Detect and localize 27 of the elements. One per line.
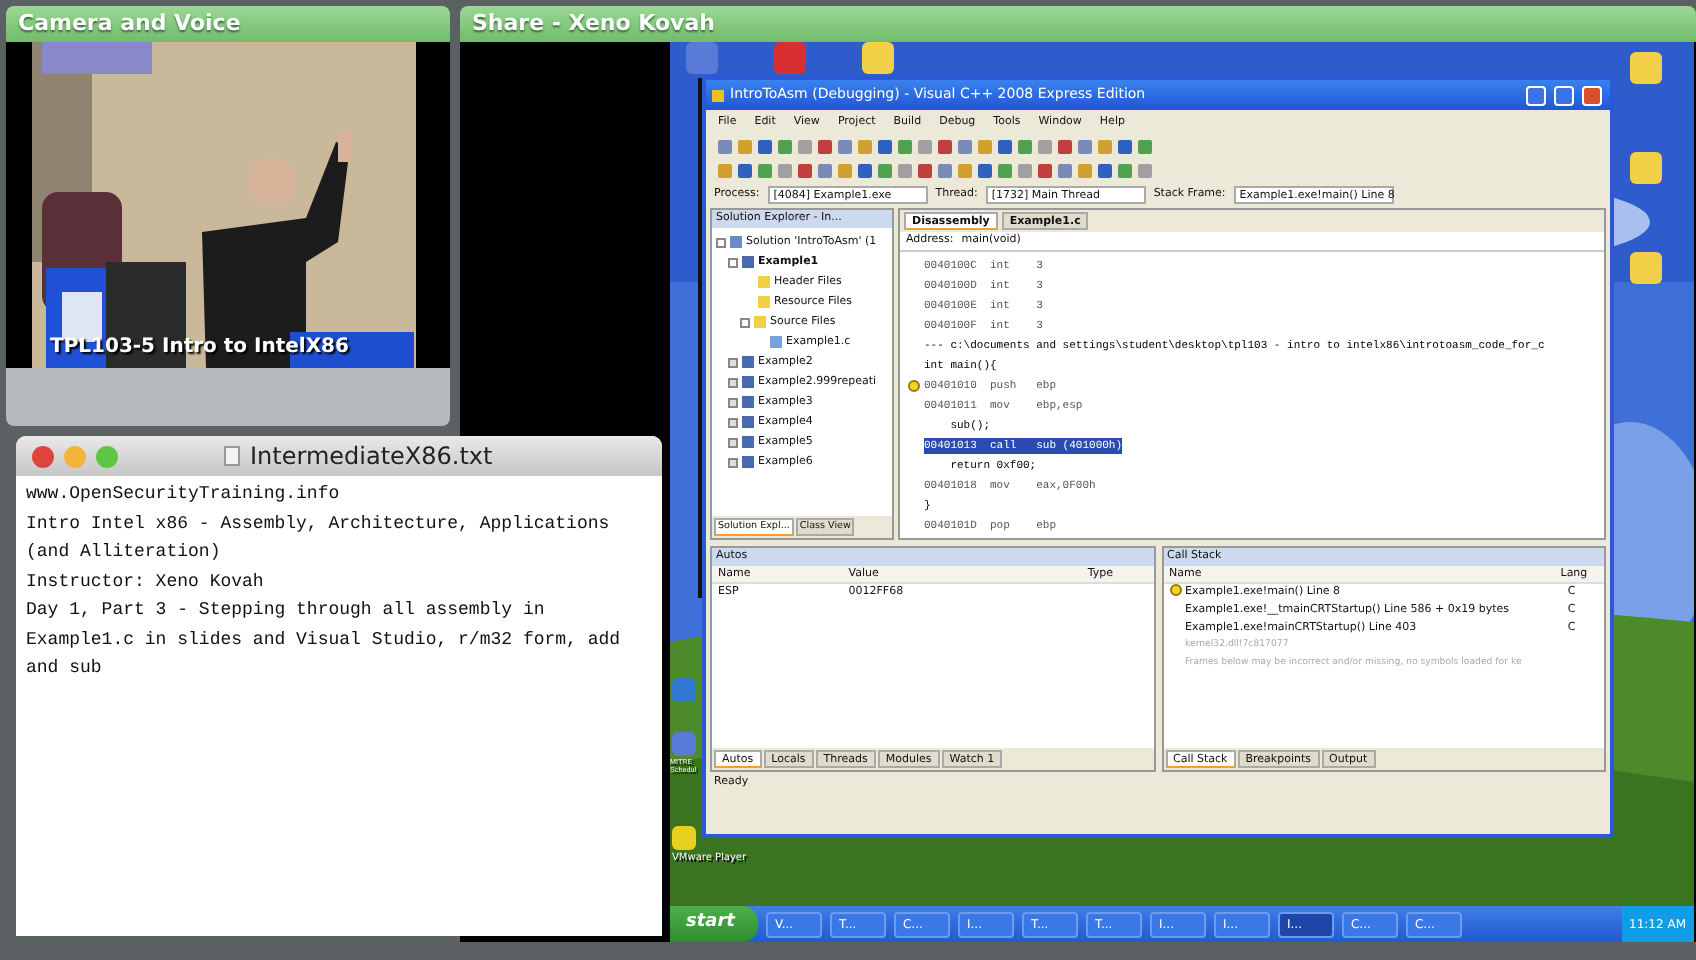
maximize-button[interactable] <box>1554 85 1574 105</box>
text-line: www.OpenSecurityTraining.info <box>26 482 342 508</box>
text-line: Intro Intel x86 - Assembly, Architecture, Applications (and Alliteration) <box>26 511 612 566</box>
collapse-toggle[interactable] <box>740 317 750 327</box>
zoom-button[interactable] <box>96 445 118 467</box>
folder-icon[interactable] <box>1630 152 1662 184</box>
expand-toggle[interactable] <box>728 437 738 447</box>
close-button[interactable] <box>1582 85 1602 105</box>
expand-toggle[interactable] <box>728 457 738 467</box>
panel-title: Share - Xeno Kovah <box>460 6 1696 42</box>
minimize-button[interactable] <box>1526 85 1546 105</box>
expand-toggle[interactable] <box>728 357 738 367</box>
folder-icon[interactable] <box>862 42 894 74</box>
panel-title: Camera and Voice <box>6 6 450 42</box>
folder-icon[interactable] <box>1630 252 1662 284</box>
window-title: IntermediateX86.txt <box>250 440 493 474</box>
expand-toggle[interactable] <box>728 417 738 427</box>
collapse-toggle[interactable] <box>728 257 738 267</box>
document-icon <box>224 446 240 466</box>
text-line: Instructor: Xeno Kovah <box>26 569 266 595</box>
file-icon <box>770 336 782 348</box>
expand-toggle[interactable] <box>728 377 738 387</box>
folder-icon[interactable] <box>1630 52 1662 84</box>
close-button[interactable] <box>32 445 54 467</box>
collapse-toggle[interactable] <box>716 237 726 247</box>
expand-toggle[interactable] <box>728 397 738 407</box>
text-line: Day 1, Part 3 - Stepping through all assembly in Example1.c in slides and Visual Studio, r/m32 form, add and sub <box>26 598 623 682</box>
